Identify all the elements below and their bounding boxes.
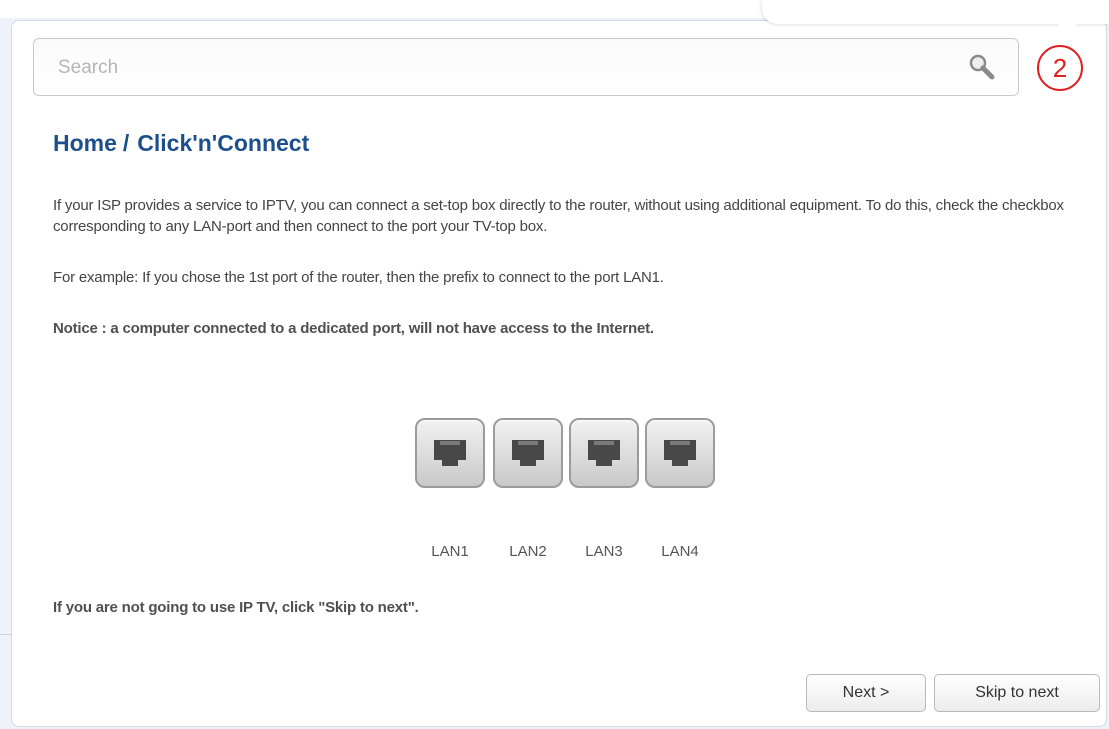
next-button[interactable]: Next > — [806, 674, 926, 712]
lan4-label: LAN4 — [661, 543, 699, 560]
lan1-port-toggle[interactable] — [415, 418, 485, 488]
ethernet-port-icon — [664, 440, 696, 466]
search-box — [33, 38, 1019, 96]
step-number-badge: 2 — [1037, 45, 1083, 91]
notice-text: Notice : a computer connected to a dedic… — [53, 320, 654, 337]
skip-hint-text: If you are not going to use IP TV, click… — [53, 599, 419, 616]
lan3-port-toggle[interactable] — [569, 418, 639, 488]
ethernet-port-icon — [512, 440, 544, 466]
lan2-port-toggle[interactable] — [493, 418, 563, 488]
lan3-label: LAN3 — [585, 543, 623, 560]
breadcrumb: Home / Click'n'Connect — [53, 130, 309, 157]
search-input[interactable] — [56, 51, 940, 85]
lan4-port-toggle[interactable] — [645, 418, 715, 488]
intro-paragraph: If your ISP provides a service to IPTV, … — [53, 197, 1064, 235]
step-tooltip-tail — [1058, 24, 1076, 36]
example-paragraph: For example: If you chose the 1st port o… — [53, 269, 664, 286]
breadcrumb-current: Click'n'Connect — [137, 130, 310, 156]
breadcrumb-separator: / — [122, 130, 130, 156]
search-icon[interactable] — [967, 52, 999, 84]
skip-to-next-button[interactable]: Skip to next — [934, 674, 1100, 712]
step-tooltip — [762, 0, 1109, 24]
ethernet-port-icon — [588, 440, 620, 466]
wizard-card — [11, 20, 1107, 727]
ethernet-port-icon — [434, 440, 466, 466]
lan2-label: LAN2 — [509, 543, 547, 560]
lan1-label: LAN1 — [431, 543, 469, 560]
breadcrumb-home[interactable]: Home — [53, 130, 117, 156]
